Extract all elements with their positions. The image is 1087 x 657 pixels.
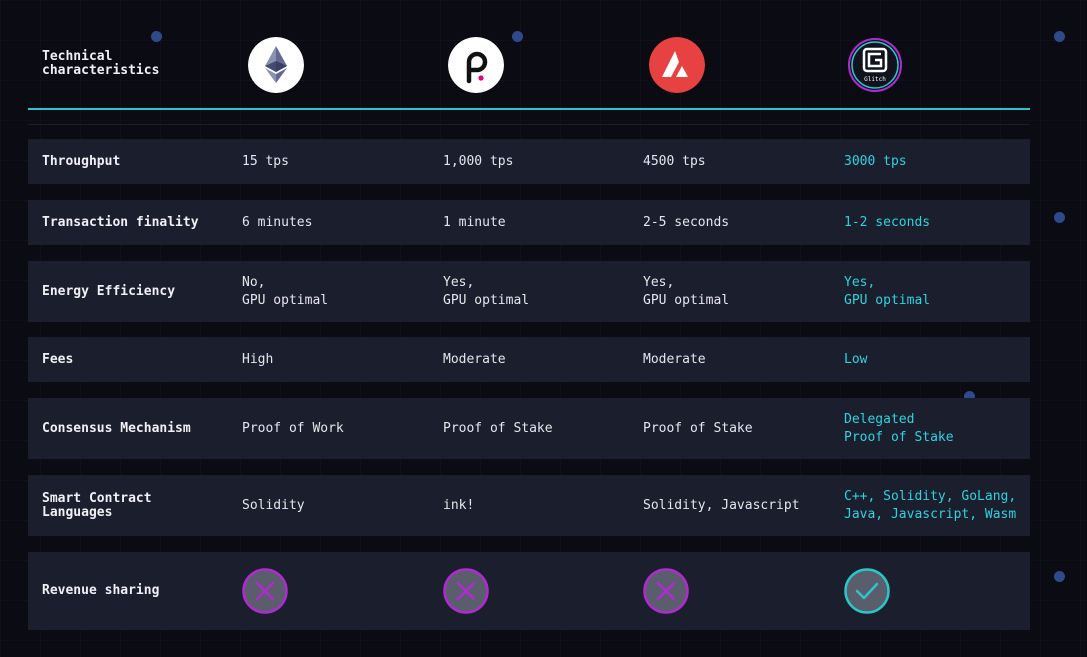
table-row-transaction-finality: Transaction finality 6 minutes 1 minute … [28,200,1030,245]
row-label: Fees [42,351,74,367]
table-row-consensus-mechanism: Consensus Mechanism Proof of Work Proof … [28,398,1030,459]
cell-polkadot: ink! [443,497,475,513]
cell-glitch [844,552,1030,630]
decor-dot [1054,212,1065,223]
table-row-fees: Fees High Moderate Moderate Low [28,337,1030,382]
row-label: Throughput [42,153,121,169]
table-row-energy-efficiency: Energy Efficiency No, GPU optimal Yes, G… [28,261,1030,322]
cell-avalanche [643,552,833,630]
cell-avalanche: Solidity, Javascript [643,497,800,513]
header-divider-secondary [28,124,1030,125]
cell-glitch: Low [844,351,868,367]
cell-avalanche: Proof of Stake [643,420,753,436]
polkadot-logo-icon [448,37,504,93]
table-header: Technical characteristics Glitch [28,28,1030,110]
check-icon [844,568,890,614]
decor-dot [1054,571,1065,582]
row-label: Energy Efficiency [42,283,176,299]
cell-avalanche: 4500 tps [643,153,706,169]
row-label: Consensus Mechanism [42,420,191,436]
table-row-throughput: Throughput 15 tps 1,000 tps 4500 tps 300… [28,139,1030,184]
cell-avalanche: Yes, GPU optimal [643,274,730,308]
cell-avalanche: Moderate [643,351,706,367]
cell-ethereum: Proof of Work [242,420,344,436]
header-title: Technical characteristics [42,49,160,78]
cell-ethereum: No, GPU optimal [242,274,329,308]
cell-ethereum: High [242,351,274,367]
cross-icon [643,568,689,614]
row-label: Revenue sharing [42,583,160,598]
glitch-logo-icon: Glitch [848,38,902,92]
cell-polkadot [443,552,633,630]
cell-ethereum: Solidity [242,497,305,513]
cell-polkadot: Yes, GPU optimal [443,274,530,308]
cell-glitch: Delegated Proof of Stake [844,411,954,445]
table-row-smart-contract-languages: Smart Contract Languages Solidity ink! S… [28,475,1030,536]
cell-avalanche: 2-5 seconds [643,214,730,230]
glitch-logo-text: Glitch [864,76,886,83]
ethereum-logo-icon [248,37,304,93]
cell-polkadot: 1 minute [443,214,506,230]
decor-dot [1054,31,1065,42]
cell-glitch: 3000 tps [844,153,907,169]
row-label: Smart Contract Languages [42,490,152,520]
cell-ethereum [242,552,432,630]
cross-icon [443,568,489,614]
cell-ethereum: 15 tps [242,153,289,169]
cell-glitch: Yes, GPU optimal [844,274,931,308]
cell-glitch: 1-2 seconds [844,214,931,230]
header-divider [28,108,1030,110]
avalanche-logo-icon [649,37,705,93]
cross-icon [242,568,288,614]
table-row-revenue-sharing: Revenue sharing [28,552,1030,630]
cell-ethereum: 6 minutes [242,214,313,230]
cell-glitch: C++, Solidity, GoLang, Java, Javascript,… [844,488,1017,522]
cell-polkadot: Proof of Stake [443,420,553,436]
cell-polkadot: Moderate [443,351,506,367]
row-label: Transaction finality [42,214,199,230]
cell-polkadot: 1,000 tps [443,153,514,169]
